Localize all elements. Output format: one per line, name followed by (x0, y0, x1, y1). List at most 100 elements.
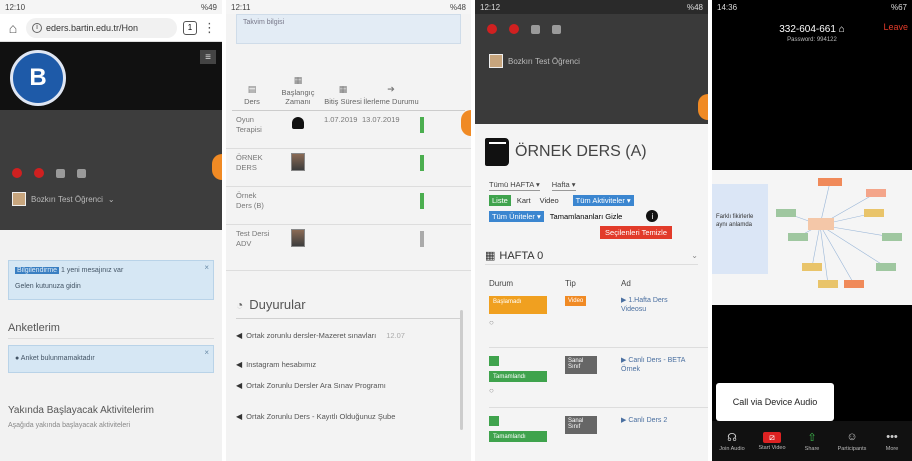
status-battery: %49 (200, 2, 217, 12)
share-button[interactable]: ⇧ Share (792, 421, 832, 461)
week-sub-select[interactable]: Hafta ▾ (551, 180, 576, 191)
course-name[interactable]: ÖRNEK DERS (232, 153, 272, 173)
university-logo[interactable]: B (10, 50, 66, 106)
progress-indicator (420, 193, 424, 209)
all-units-select[interactable]: Tüm Üniteler ▾ (489, 210, 544, 222)
card-view-button[interactable]: Kart (514, 195, 534, 206)
join-audio-button[interactable]: ☊ Join Audio (712, 421, 752, 461)
week-section-header[interactable]: ▦ HAFTA 0 ⌄ (485, 247, 698, 265)
course-title: ÖRNEK DERS (A) (515, 143, 647, 160)
video-view-button[interactable]: Video (537, 195, 562, 206)
hide-completed-toggle[interactable]: Tamamlananları Gizle (550, 212, 623, 221)
more-options-icon[interactable]: ⋮ (203, 20, 216, 36)
announcement-title[interactable]: Instagram hesabımız (246, 360, 316, 369)
announcement-title[interactable]: Ortak zorunlu dersler-Mazeret sınavları (246, 331, 376, 340)
settings-icon[interactable] (77, 168, 86, 178)
close-icon[interactable]: × (204, 348, 209, 357)
leave-button[interactable]: Leave (883, 22, 908, 32)
book-icon: ▤ (247, 84, 257, 95)
notice-text: 1 yeni mesajınız var (61, 267, 124, 274)
hamburger-menu-icon[interactable]: ≡ (200, 50, 216, 64)
course-name[interactable]: Örnek Ders (B) (232, 191, 272, 211)
header-course-label: Ders (244, 97, 260, 106)
notice-highlight: Bilgilendirme (15, 267, 60, 274)
instructor-photo (272, 229, 324, 247)
start-date: 1.07.2019 (324, 115, 358, 124)
table-row[interactable]: ÖRNEK DERS (226, 149, 471, 187)
activity-name: Canlı Ders 2 (628, 417, 668, 424)
home-icon[interactable]: ⌂ (6, 20, 20, 36)
announcement-title[interactable]: Ortak Zorunlu Dersler Ara Sınav Programı (246, 381, 386, 390)
announcement-item[interactable]: ◀ Ortak Zorunlu Dersler Ara Sınav Progra… (236, 381, 471, 390)
announcement-item[interactable]: ◀ Instagram hesabımız (236, 360, 471, 369)
course-title-row: ÖRNEK DERS (A) (485, 138, 708, 166)
megaphone-icon: ◀ (236, 381, 243, 390)
checkbox-icon[interactable]: ○ (489, 386, 565, 395)
status-bar: 12:12 %48 (475, 0, 708, 14)
side-drawer-handle[interactable] (698, 94, 708, 120)
activity-link[interactable]: ▶ Canlı Ders 2 (621, 416, 691, 461)
participants-button[interactable]: ☺ Participants (832, 421, 872, 461)
activity-link[interactable]: ▶ Canlı Ders - BETA Örnek (621, 356, 691, 403)
side-drawer-handle[interactable] (212, 154, 222, 180)
side-drawer-handle[interactable] (461, 110, 471, 136)
list-view-button[interactable]: Liste (489, 195, 511, 206)
activity-status: Tamamlandı (489, 416, 565, 461)
table-row[interactable]: Test Dersi ADV (226, 225, 471, 271)
status-battery: %67 (890, 2, 907, 12)
participants-icon: ☺ (846, 431, 858, 443)
table-row[interactable]: Başlamadı ○ Video ▶ 1.Hafta Ders Videosu (489, 296, 708, 348)
info-icon[interactable]: i (32, 22, 42, 33)
calendar-icon[interactable] (56, 168, 65, 178)
notification-icon[interactable] (12, 168, 22, 178)
start-video-button[interactable]: ⧄ Start Video (752, 421, 792, 461)
audio-tooltip[interactable]: Call via Device Audio (716, 383, 834, 426)
shared-slide-label: Farklı fikirlerle aynı anlamda (712, 184, 768, 274)
header-start-label: Başlangıç Zamanı (281, 88, 315, 106)
checkbox-icon[interactable]: ○ (489, 318, 565, 327)
clear-selected-button[interactable]: Seçilenleri Temizle (600, 226, 672, 239)
notice-link[interactable]: Gelen kutunuza gidin (15, 283, 207, 290)
settings-icon[interactable] (552, 24, 561, 34)
calendar-icon[interactable] (531, 24, 540, 34)
user-menu[interactable]: Bozkırı Test Öğrenci (489, 54, 580, 68)
announcement-item[interactable]: ◀ Ortak zorunlu dersler-Mazeret sınavlar… (236, 331, 471, 340)
url-text: eders.bartin.edu.tr/Hon (46, 22, 139, 33)
shared-screen: Farklı fikirlerle aynı anlamda (712, 170, 912, 305)
mind-map-node (864, 209, 884, 217)
meeting-password: Password: 994122 (787, 37, 837, 43)
activity-type: Sanal Sınıf (565, 356, 621, 403)
scrollbar[interactable] (460, 310, 463, 430)
close-icon[interactable]: × (204, 263, 209, 272)
activity-link[interactable]: ▶ 1.Hafta Ders Videosu (621, 296, 691, 343)
table-row[interactable]: Tamamlandı Sanal Sınıf ▶ Canlı Ders 2 (489, 416, 708, 461)
notification-icon[interactable] (487, 24, 497, 34)
all-activities-select[interactable]: Tüm Aktiviteler ▾ (572, 195, 634, 206)
course-name[interactable]: Oyun Terapisi (232, 115, 272, 135)
activity-name: 1.Hafta Ders Videosu (621, 297, 668, 314)
upcoming-subtitle: Aşağıda yakında başlayacak aktiviteleri (8, 422, 131, 429)
lock-icon: ⌂ (838, 24, 845, 35)
tab-switcher-button[interactable]: 1 (183, 20, 197, 35)
more-button[interactable]: ••• More (872, 421, 912, 461)
url-bar[interactable]: i eders.bartin.edu.tr/Hon (26, 17, 177, 38)
week-filter-select[interactable]: Tümü HAFTA ▾ (489, 180, 540, 191)
meeting-id[interactable]: 332-604-661 ⌂ (712, 24, 912, 35)
chevron-down-icon[interactable]: ⌄ (691, 251, 698, 260)
message-icon[interactable] (509, 24, 519, 34)
course-name[interactable]: Test Dersi ADV (232, 229, 272, 249)
all-activities-label: Tüm Aktiviteler (575, 196, 625, 205)
message-icon[interactable] (34, 168, 44, 178)
info-icon: ● (15, 355, 20, 362)
announcement-item[interactable]: ◀ Ortak Zorunlu Ders - Kayıtlı Olduğunuz… (236, 412, 471, 421)
photo-icon (291, 229, 305, 247)
announcement-title[interactable]: Ortak Zorunlu Ders - Kayıtlı Olduğunuz Ş… (246, 412, 395, 421)
user-menu[interactable]: Bozkırı Test Öğrenci ⌄ (12, 192, 115, 206)
megaphone-icon: ◔ (236, 297, 244, 312)
table-row[interactable]: Tamamlandı ○ Sanal Sınıf ▶ Canlı Ders - … (489, 356, 708, 408)
activity-type: Video (565, 296, 621, 343)
table-row[interactable]: Örnek Ders (B) (226, 187, 471, 225)
help-icon[interactable]: i (646, 210, 659, 222)
mind-map-node (802, 263, 822, 271)
table-row[interactable]: Oyun Terapisi 1.07.2019 13.07.2019 (226, 111, 471, 149)
